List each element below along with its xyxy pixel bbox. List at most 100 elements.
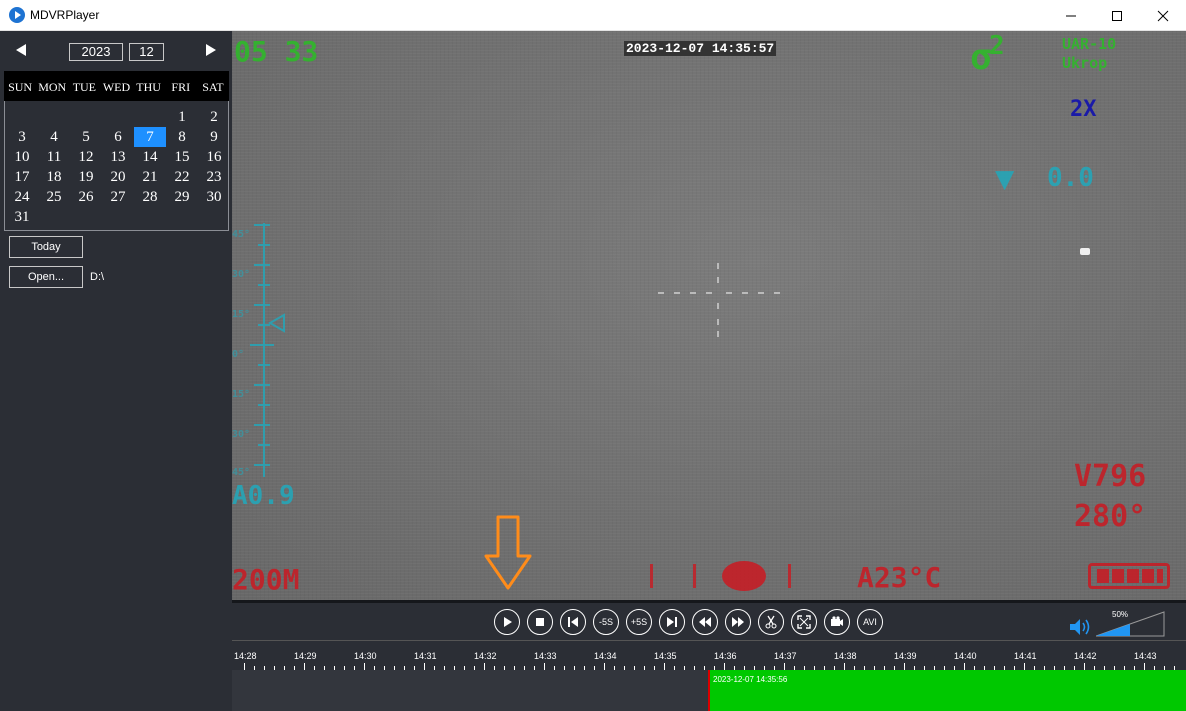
next-month-icon[interactable] xyxy=(204,43,218,57)
scale-label: 15° xyxy=(232,389,251,400)
calendar-day[interactable]: 5 xyxy=(70,127,102,147)
calendar-day[interactable]: 24 xyxy=(6,187,38,207)
calendar-day[interactable]: 4 xyxy=(38,127,70,147)
osd-heading: 280° xyxy=(1074,499,1147,534)
calendar-day[interactable]: 22 xyxy=(166,167,198,187)
timeline-tick xyxy=(1024,663,1025,670)
stop-button[interactable] xyxy=(527,609,553,635)
prev-month-icon[interactable] xyxy=(15,43,29,57)
clip-button[interactable] xyxy=(758,609,784,635)
forward-5s-button[interactable]: +5S xyxy=(626,609,652,635)
scale-label: 0° xyxy=(232,349,245,360)
calendar-day[interactable]: 3 xyxy=(6,127,38,147)
avi-button[interactable]: AVI xyxy=(857,609,883,635)
calendar-day[interactable]: 19 xyxy=(70,167,102,187)
calendar-day[interactable]: 6 xyxy=(102,127,134,147)
calendar-day[interactable]: 21 xyxy=(134,167,166,187)
calendar-day[interactable]: 16 xyxy=(198,147,230,167)
calendar-day[interactable]: 29 xyxy=(166,187,198,207)
calendar-day[interactable]: 7 xyxy=(134,127,166,147)
playhead[interactable] xyxy=(708,670,710,711)
timeline-ruler[interactable]: 14:28 14:29 14:30 14:31 14:32 14:33 14:34 14:35… xyxy=(232,640,1186,670)
osd-temperature: A23°C xyxy=(857,561,942,594)
calendar-day[interactable]: 23 xyxy=(198,167,230,187)
timeline-label: 14:40 xyxy=(954,651,977,661)
maximize-button[interactable] xyxy=(1094,0,1140,31)
timeline-label: 14:31 xyxy=(414,651,437,661)
next-button[interactable] xyxy=(659,609,685,635)
timeline-label: 14:41 xyxy=(1014,651,1037,661)
calendar-day[interactable]: 18 xyxy=(38,167,70,187)
fullscreen-button[interactable] xyxy=(791,609,817,635)
open-button[interactable]: Open... xyxy=(9,266,83,288)
calendar-day[interactable]: 28 xyxy=(134,187,166,207)
timeline-tick xyxy=(604,663,605,670)
video-view[interactable]: 2023-12-07 14:35:57 05 33 σ 2 UAR-10 Ukr… xyxy=(232,31,1186,600)
previous-button[interactable] xyxy=(560,609,586,635)
volume-slider[interactable] xyxy=(1096,609,1166,637)
timeline-label: 14:38 xyxy=(834,651,857,661)
today-button[interactable]: Today xyxy=(9,236,83,258)
minimize-button[interactable] xyxy=(1048,0,1094,31)
calendar-day[interactable]: 17 xyxy=(6,167,38,187)
calendar-day[interactable]: 12 xyxy=(70,147,102,167)
weekday-label: SUN xyxy=(8,80,33,94)
timeline-label: 14:37 xyxy=(774,651,797,661)
skip-forward-icon xyxy=(667,617,677,627)
timeline-label: 14:29 xyxy=(294,651,317,661)
timeline-label: 14:35 xyxy=(654,651,677,661)
calendar-day[interactable]: 26 xyxy=(70,187,102,207)
calendar-day[interactable]: 13 xyxy=(102,147,134,167)
fullscreen-icon xyxy=(797,615,811,629)
timeline-tick xyxy=(424,663,425,670)
play-button[interactable] xyxy=(494,609,520,635)
calendar-day[interactable]: 1 xyxy=(166,107,198,127)
timeline-tick xyxy=(784,663,785,670)
recording-track[interactable]: 2023-12-07 14:35:56 xyxy=(232,670,1186,711)
weekday-label: THU xyxy=(136,80,161,94)
calendar-day[interactable]: 2 xyxy=(198,107,230,127)
weekday-label: FRI xyxy=(171,80,191,94)
back-5s-button[interactable]: -5S xyxy=(593,609,619,635)
calendar-day[interactable]: 8 xyxy=(166,127,198,147)
scale-label: 30° xyxy=(232,269,251,280)
calendar-day[interactable]: 27 xyxy=(102,187,134,207)
timeline-tick xyxy=(1144,663,1145,670)
calendar-day[interactable]: 9 xyxy=(198,127,230,147)
calendar-day[interactable]: 25 xyxy=(38,187,70,207)
scale-label: 15° xyxy=(232,309,251,320)
rewind-button[interactable] xyxy=(692,609,718,635)
volume-percent: 50% xyxy=(1112,610,1129,619)
left-panel: 2023 12 SUN MON TUE WED THU FRI SAT 1234… xyxy=(0,31,232,711)
crosshair-icon xyxy=(658,263,780,337)
snapshot-button[interactable] xyxy=(824,609,850,635)
timeline-label: 14:30 xyxy=(354,651,377,661)
year-field[interactable]: 2023 xyxy=(69,43,123,61)
timeline-tick xyxy=(484,663,485,670)
weekday-label: TUE xyxy=(72,80,97,94)
close-button[interactable] xyxy=(1140,0,1186,31)
timeline-tick xyxy=(544,663,545,670)
recording-label: 2023-12-07 14:35:56 xyxy=(713,675,788,684)
calendar-day[interactable]: 30 xyxy=(198,187,230,207)
speaker-icon[interactable] xyxy=(1068,617,1092,637)
timeline-label: 14:36 xyxy=(714,651,737,661)
play-icon xyxy=(504,617,512,627)
open-path: D:\ xyxy=(90,271,105,283)
close-icon xyxy=(1157,10,1169,21)
calendar-day[interactable]: 10 xyxy=(6,147,38,167)
fast-forward-button[interactable] xyxy=(725,609,751,635)
calendar-day[interactable]: 11 xyxy=(38,147,70,167)
calendar-weekdays: SUN MON TUE WED THU FRI SAT xyxy=(4,71,229,101)
calendar-day[interactable]: 31 xyxy=(6,207,38,227)
month-field[interactable]: 12 xyxy=(129,43,164,61)
timeline-tick xyxy=(244,663,245,670)
timeline-label: 14:33 xyxy=(534,651,557,661)
scale-label: 30° xyxy=(232,429,251,440)
timeline-label: 14:43 xyxy=(1134,651,1157,661)
calendar-day[interactable]: 14 xyxy=(134,147,166,167)
rewind-icon xyxy=(699,617,711,627)
record-dot-icon xyxy=(722,561,766,591)
calendar-day[interactable]: 20 xyxy=(102,167,134,187)
calendar-day[interactable]: 15 xyxy=(166,147,198,167)
